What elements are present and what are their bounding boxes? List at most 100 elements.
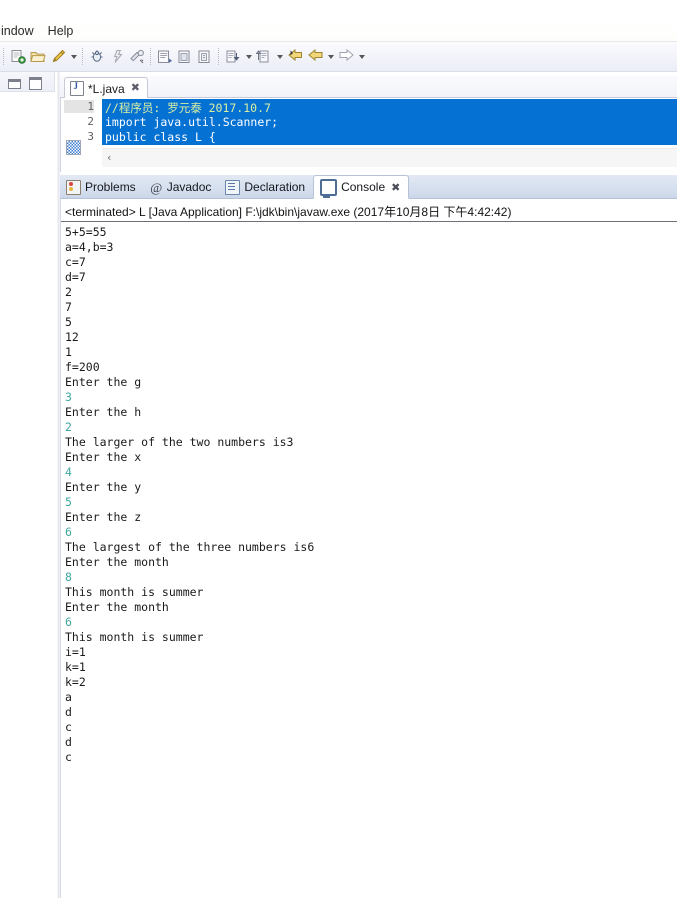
editor-area: *L.java ✖ 1 2 3 //程序员: 罗元泰 2017.10.7 imp… — [60, 76, 677, 172]
console-input-echo-line: 6 — [65, 525, 72, 539]
menu-item-indow[interactable]: indow — [0, 23, 41, 39]
console-output-line: 7 — [65, 300, 72, 314]
console-output-line: Enter the month — [65, 600, 169, 614]
console-tab-console[interactable]: Console ✖ — [313, 175, 410, 199]
java-file-icon — [70, 81, 84, 96]
menu-item-help[interactable]: Help — [41, 23, 81, 39]
console-output-line: The larger of the two numbers is3 — [65, 435, 294, 449]
new-java-package-icon[interactable] — [175, 46, 195, 68]
console-output-line: a — [65, 690, 72, 704]
console-output-line: 1 — [65, 345, 72, 359]
editor-tab-bar: *L.java ✖ — [60, 76, 677, 99]
editor-body[interactable]: 1 2 3 //程序员: 罗元泰 2017.10.7 import java.u… — [60, 98, 677, 172]
forward-dropdown-arrow-icon[interactable] — [356, 46, 367, 68]
last-edit-location-icon[interactable] — [285, 46, 305, 68]
console-output-line: 5 — [65, 315, 72, 329]
console-tab-problems[interactable]: Problems — [60, 176, 144, 198]
save-dropdown-arrow-icon[interactable] — [68, 46, 79, 68]
back-dropdown-arrow-icon[interactable] — [325, 46, 336, 68]
main-toolbar — [0, 42, 677, 72]
editor-tab-close-icon[interactable]: ✖ — [131, 83, 140, 94]
console-output-line: The largest of the three numbers is6 — [65, 540, 315, 554]
console-output-line: Enter the h — [65, 405, 142, 419]
console-output-line: c=7 — [65, 255, 86, 269]
eclipse-ide-window: indow Help J *L.java ✖ 1 2 3 //程序员: 罗元泰 … — [0, 0, 677, 898]
previous-annotation-dropdown-arrow-icon[interactable] — [274, 46, 285, 68]
save-pen-icon[interactable] — [48, 46, 68, 68]
console-output-line: k=2 — [65, 675, 86, 689]
console-input-echo-line: 6 — [65, 615, 72, 629]
console-input-echo-line: 5 — [65, 495, 72, 509]
console-tab-label: Console — [341, 180, 386, 194]
editor-horizontal-scrollbar[interactable]: ‹ — [102, 148, 677, 167]
console-output-line: This month is summer — [65, 630, 204, 644]
console-icon — [320, 178, 338, 198]
console-divider — [61, 221, 677, 222]
console-output-line: Enter the y — [65, 480, 142, 494]
toolbar-separator — [3, 48, 5, 65]
new-java-class-icon[interactable] — [195, 46, 215, 68]
declaration-icon — [225, 179, 241, 195]
console-tab-label: Problems — [85, 180, 136, 194]
code-line-2: import java.util.Scanner; — [105, 115, 279, 129]
forward-arrow-icon[interactable] — [336, 46, 356, 68]
console-input-echo-line: 2 — [65, 420, 72, 434]
menu-item-list: indow Help — [0, 21, 80, 41]
next-annotation-dropdown-arrow-icon[interactable] — [243, 46, 254, 68]
console-output-line: 2 — [65, 285, 72, 299]
restore-view-icon[interactable] — [8, 76, 21, 89]
console-output-line: Enter the g — [65, 375, 142, 389]
collapsed-view-bar — [0, 72, 58, 898]
console-status-line: <terminated> L [Java Application] F:\jdk… — [65, 205, 512, 219]
console-output-line: Enter the month — [65, 555, 169, 569]
console-output-line: 5+5=55 — [65, 225, 107, 239]
console-tab-declaration[interactable]: Declaration — [219, 176, 313, 198]
toolbar-separator — [150, 48, 152, 65]
console-output-line: a=4,b=3 — [65, 240, 114, 254]
console-output-line: c — [65, 720, 72, 734]
console-output-line: c — [65, 750, 72, 764]
console-output-line: Enter the z — [65, 510, 142, 524]
console-output-line: f=200 — [65, 360, 100, 374]
maximize-view-icon[interactable] — [29, 76, 42, 90]
next-annotation-icon[interactable] — [223, 46, 243, 68]
console-input-echo-line: 8 — [65, 570, 72, 584]
external-tools-icon[interactable] — [127, 46, 147, 68]
console-output-line: Enter the x — [65, 450, 142, 464]
console-body[interactable]: <terminated> L [Java Application] F:\jdk… — [60, 199, 677, 898]
new-wizard-icon[interactable] — [8, 46, 28, 68]
menu-bar: indow Help — [0, 0, 677, 42]
scroll-left-chevron-icon[interactable]: ‹ — [106, 151, 113, 164]
console-output-line: k=1 — [65, 660, 86, 674]
console-output-line: This month is summer — [65, 585, 204, 599]
console-output-line: 12 — [65, 330, 79, 344]
toolbar-separator — [82, 48, 84, 65]
javadoc-icon: @ — [150, 179, 163, 195]
console-input-echo-line: 4 — [65, 465, 72, 479]
previous-annotation-icon[interactable] — [254, 46, 274, 68]
folding-marker-icon[interactable] — [66, 140, 81, 155]
problems-icon — [66, 179, 81, 195]
console-tab-javadoc[interactable]: @ Javadoc — [144, 176, 220, 198]
back-arrow-icon[interactable] — [305, 46, 325, 68]
console-view: Problems @ Javadoc Declaration Console ✖ <ter… — [60, 175, 677, 898]
console-input-echo-line: 3 — [65, 390, 72, 404]
console-output-line: d — [65, 735, 72, 749]
code-line-3: public class L { — [105, 130, 216, 144]
toolbar-separator — [218, 48, 220, 65]
new-java-project-icon[interactable] — [155, 46, 175, 68]
view-bar-header — [0, 72, 55, 92]
editor-tab-l-java[interactable]: *L.java ✖ — [64, 77, 148, 99]
open-folder-icon[interactable] — [28, 46, 48, 68]
run-icon[interactable] — [107, 46, 127, 68]
console-output[interactable]: 5+5=55 a=4,b=3 c=7 d=7 2 7 5 12 1 f=200 Enter the … — [65, 225, 665, 765]
console-tab-bar: Problems @ Javadoc Declaration Console ✖ — [60, 175, 677, 199]
debug-icon[interactable] — [87, 46, 107, 68]
console-tab-close-icon[interactable]: ✖ — [391, 181, 400, 194]
line-number: 2 — [87, 115, 94, 128]
console-output-line: d — [65, 705, 72, 719]
editor-tab-label: *L.java — [88, 81, 125, 96]
console-output-line: i=1 — [65, 645, 86, 659]
console-tab-label: Javadoc — [166, 180, 212, 194]
console-output-line: d=7 — [65, 270, 86, 284]
